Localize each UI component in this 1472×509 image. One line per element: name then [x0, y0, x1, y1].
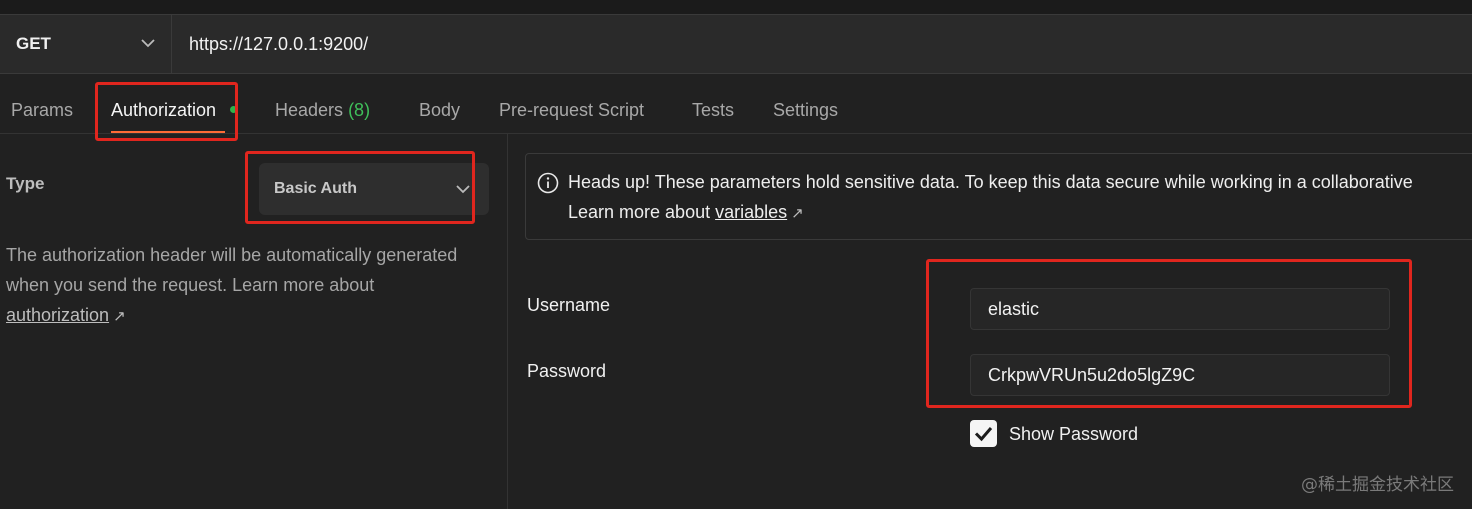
password-label: Password: [527, 361, 607, 381]
auth-description: The authorization header will be automat…: [6, 240, 466, 332]
notice-learn-more-text: Learn more about: [568, 202, 716, 222]
chevron-down-icon: [456, 185, 470, 194]
notice-text: Heads up! These parameters hold sensitiv…: [568, 172, 1413, 192]
active-tab-underline: [111, 131, 225, 133]
watermark: @稀土掘金技术社区: [1301, 475, 1454, 495]
panel-divider: [507, 134, 508, 509]
url-input[interactable]: https://127.0.0.1:9200/: [189, 34, 368, 55]
variables-link[interactable]: variables: [715, 202, 787, 222]
external-link-icon: ↗: [791, 205, 804, 222]
auth-type-label: Type: [6, 174, 45, 193]
sensitive-data-notice: Heads up! These parameters hold sensitiv…: [525, 153, 1472, 240]
username-input[interactable]: elastic: [970, 288, 1390, 330]
authorization-link[interactable]: authorization: [6, 305, 109, 325]
notice-learn-more: Learn more about variables ↗: [568, 202, 804, 223]
request-url-bar: GET https://127.0.0.1:9200/: [0, 14, 1472, 74]
checkmark-icon: [974, 427, 993, 442]
show-password-label[interactable]: Show Password: [1009, 424, 1138, 445]
tab-authorization[interactable]: Authorization: [111, 100, 216, 121]
method-select[interactable]: GET: [0, 15, 172, 73]
auth-type-value: Basic Auth: [274, 180, 357, 197]
method-label: GET: [16, 34, 51, 53]
auth-description-text: The authorization header will be automat…: [6, 245, 458, 295]
tab-headers-label: Headers: [275, 100, 344, 120]
tab-headers[interactable]: Headers (8): [275, 100, 370, 121]
tab-body[interactable]: Body: [419, 100, 460, 121]
headers-count: (8): [348, 100, 371, 120]
auth-status-dot: [230, 106, 237, 113]
chevron-down-icon: [141, 39, 155, 48]
auth-type-select[interactable]: Basic Auth: [259, 163, 489, 215]
info-icon: [537, 172, 559, 194]
show-password-checkbox[interactable]: [970, 420, 997, 447]
tab-settings[interactable]: Settings: [773, 100, 838, 121]
request-tabs: Params Authorization Headers (8) Body Pr…: [0, 74, 1472, 134]
tab-params[interactable]: Params: [11, 100, 73, 121]
top-strip: [0, 0, 1472, 14]
tab-tests[interactable]: Tests: [692, 100, 734, 121]
external-link-icon: ↗: [113, 308, 126, 325]
username-label: Username: [527, 295, 611, 315]
tab-pre-request-script[interactable]: Pre-request Script: [499, 100, 644, 121]
password-input[interactable]: CrkpwVRUn5u2do5lgZ9C: [970, 354, 1390, 396]
